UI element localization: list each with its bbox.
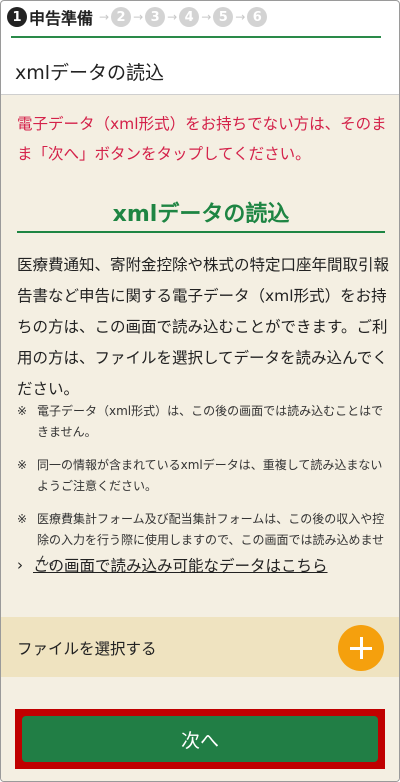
- step-4-badge: 4: [179, 7, 200, 27]
- step-1-badge: 1: [7, 7, 27, 27]
- step-arrow-icon: →: [167, 10, 178, 24]
- screen: 1 申告準備 → 2 → 3 → 4 → 5 → 6 xmlデータの読込 電子デ…: [0, 0, 400, 782]
- step-2-badge: 2: [111, 7, 132, 27]
- add-file-button[interactable]: [338, 625, 384, 671]
- plus-icon: [359, 637, 363, 659]
- step-6-badge: 6: [247, 7, 268, 27]
- description-text: 医療費通知、寄附金控除や株式の特定口座年間取引報告書など申告に関する電子データ（…: [17, 256, 390, 398]
- notice-text: 電子データ（xml形式）をお持ちでない方は、そのまま「次へ」ボタンをタップしてく…: [17, 115, 387, 163]
- supported-data-link[interactable]: › この画面で読み込み可能なデータはこちら: [17, 554, 328, 576]
- note-mark: ※: [17, 512, 28, 526]
- step-5-badge: 5: [213, 7, 234, 27]
- step-arrow-icon: →: [235, 10, 246, 24]
- note-mark: ※: [17, 404, 28, 418]
- step-arrow-icon: →: [133, 10, 144, 24]
- section-title: xmlデータの読込: [112, 202, 290, 227]
- next-button-highlight: 次へ: [15, 709, 385, 769]
- header-divider: [11, 36, 381, 38]
- supported-data-link-text[interactable]: この画面で読み込み可能なデータはこちら: [33, 554, 328, 576]
- step-current-label: 申告準備: [29, 9, 94, 28]
- note-text: 電子データ（xml形式）は、この後の画面では読み込むことはできません。: [37, 404, 384, 439]
- step-indicator: 1 申告準備 → 2 → 3 → 4 → 5 → 6: [7, 5, 268, 29]
- note-text: 同一の情報が含まれているxmlデータは、重複して読み込まないようご注意ください。: [37, 458, 383, 493]
- file-select-label: ファイルを選択する: [17, 640, 157, 658]
- page-title: xmlデータの読込: [15, 62, 165, 84]
- step-arrow-icon: →: [201, 10, 212, 24]
- step-3-badge: 3: [145, 7, 166, 27]
- step-arrow-icon: →: [99, 10, 110, 24]
- chevron-right-icon: ›: [17, 556, 23, 574]
- note-item: ※ 同一の情報が含まれているxmlデータは、重複して読み込まないようご注意くださ…: [17, 455, 389, 497]
- section-underline: [17, 231, 385, 233]
- next-button[interactable]: 次へ: [22, 716, 378, 762]
- note-mark: ※: [17, 458, 28, 472]
- note-item: ※ 電子データ（xml形式）は、この後の画面では読み込むことはできません。: [17, 401, 389, 443]
- file-select-row[interactable]: ファイルを選択する: [1, 617, 399, 677]
